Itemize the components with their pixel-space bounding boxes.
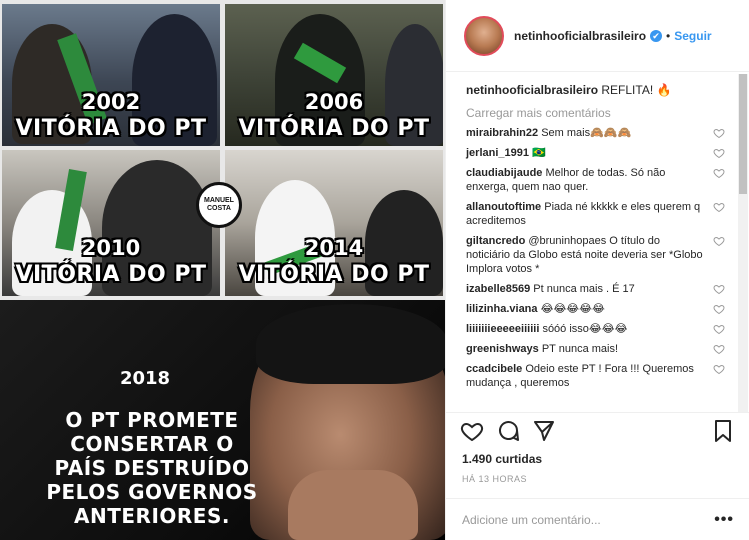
heart-icon[interactable] (460, 419, 484, 443)
comment-username[interactable]: greenishways (466, 343, 539, 355)
comments-list[interactable]: netinhooficialbrasileiro REFLITA! 🔥 Carr… (446, 72, 749, 412)
separator-dot: • (666, 28, 671, 43)
comment-username[interactable]: miraibrahin22 (466, 127, 538, 139)
comment-like-icon[interactable] (713, 147, 725, 159)
comment-like-icon[interactable] (713, 363, 725, 375)
comment-username[interactable]: giltancredo (466, 235, 525, 247)
add-comment-bar: ••• (446, 498, 749, 540)
panel-2010: 2010 VITÓRIA DO PT (2, 150, 220, 296)
panel-year: 2010 (81, 236, 141, 260)
comment-text: PT nunca mais! (541, 343, 619, 355)
comment-row: jerlani_1991 🇧🇷 (466, 146, 749, 160)
more-options-icon[interactable]: ••• (714, 511, 734, 529)
comment-like-icon[interactable] (713, 283, 725, 295)
caption-text: REFLITA! 🔥 (601, 83, 672, 97)
comment-like-icon[interactable] (713, 167, 725, 179)
comment-username[interactable]: izabelle8569 (466, 283, 530, 295)
comment-text: Sem mais🙈🙈🙈 (541, 127, 632, 139)
comment-like-icon[interactable] (713, 127, 725, 139)
panel-year: 2014 (304, 236, 364, 260)
panel-2006: 2006 VITÓRIA DO PT (225, 4, 443, 146)
post-sidebar: netinhooficialbrasileiro ✔ • Seguir neti… (445, 0, 749, 540)
comment-username[interactable]: lilizinha.viana (466, 303, 538, 315)
share-icon[interactable] (532, 419, 556, 443)
action-bar (446, 412, 749, 448)
comment-row: greenishways PT nunca mais! (466, 342, 749, 356)
comment-input[interactable] (462, 512, 715, 527)
panel-year: 2006 (304, 90, 364, 114)
comment-like-icon[interactable] (713, 235, 725, 247)
comment-username[interactable]: allanoutoftime (466, 201, 541, 213)
panel-2002: 2002 VITÓRIA DO PT (2, 4, 220, 146)
comment-icon[interactable] (496, 419, 520, 443)
bookmark-icon[interactable] (711, 419, 735, 443)
comment-text: sóóó isso😂😂😂 (542, 323, 628, 335)
comment-text: Pt nunca mais . É 17 (533, 283, 635, 295)
panel-label: VITÓRIA DO PT (15, 116, 207, 141)
portrait-hand (288, 470, 418, 540)
comment-row: allanoutoftime Piada né kkkkk e eles que… (466, 200, 749, 228)
instagram-post: 2002 VITÓRIA DO PT 2006 VITÓRIA DO PT 20… (0, 0, 749, 540)
meme-message: O PT PROMETE CONSERTAR O PAÍS DESTRUÍDO … (46, 408, 258, 528)
meme-year: 2018 (119, 368, 171, 389)
watermark-stamp: MANUEL COSTA (196, 182, 242, 228)
post-image[interactable]: 2002 VITÓRIA DO PT 2006 VITÓRIA DO PT 20… (0, 0, 445, 540)
post-header: netinhooficialbrasileiro ✔ • Seguir (446, 0, 749, 72)
comment-like-icon[interactable] (713, 201, 725, 213)
comment-username[interactable]: ccadcibele (466, 363, 522, 375)
panel-year: 2002 (81, 90, 141, 114)
comment-row: izabelle8569 Pt nunca mais . É 17 (466, 282, 749, 296)
scrollbar-thumb[interactable] (739, 74, 747, 194)
load-more-comments[interactable]: Carregar mais comentários (466, 106, 749, 120)
comment-row: ccadcibele Odeio este PT ! Fora !!! Quer… (466, 362, 749, 390)
panel-label: VITÓRIA DO PT (15, 262, 207, 287)
post-timestamp[interactable]: HÁ 13 HORAS (446, 466, 749, 484)
comment-username[interactable]: jerlani_1991 (466, 147, 529, 159)
comment-text: 🇧🇷 (532, 147, 546, 159)
comment-row: giltancredo @bruninhopaes O título do no… (466, 234, 749, 276)
caption-username[interactable]: netinhooficialbrasileiro (466, 83, 598, 97)
comment-row: lilizinha.viana 😂😂😂😂😂 (466, 302, 749, 316)
panel-2014: 2014 VITÓRIA DO PT (225, 150, 443, 296)
comment-like-icon[interactable] (713, 303, 725, 315)
meme-grid: 2002 VITÓRIA DO PT 2006 VITÓRIA DO PT 20… (0, 0, 445, 300)
header-username[interactable]: netinhooficialbrasileiro (514, 29, 646, 43)
comment-username[interactable]: liiiiiiieeeeeiiiiii (466, 323, 539, 335)
like-count[interactable]: 1.490 curtidas (446, 448, 749, 466)
follow-button[interactable]: Seguir (674, 29, 711, 43)
caption: netinhooficialbrasileiro REFLITA! 🔥 (466, 82, 749, 98)
comment-row: liiiiiiieeeeeiiiiii sóóó isso😂😂😂 (466, 322, 749, 336)
comment-text: 😂😂😂😂😂 (540, 303, 605, 315)
comment-row: claudiabijaude Melhor de todas. Só não e… (466, 166, 749, 194)
panel-label: VITÓRIA DO PT (238, 262, 430, 287)
comments-scrollbar[interactable] (738, 74, 748, 412)
comment-like-icon[interactable] (713, 343, 725, 355)
panel-label: VITÓRIA DO PT (238, 116, 430, 141)
verified-icon: ✔ (650, 29, 663, 42)
comment-like-icon[interactable] (713, 323, 725, 335)
comment-row: miraibrahin22 Sem mais🙈🙈🙈 (466, 126, 749, 140)
avatar[interactable] (464, 15, 504, 56)
comment-username[interactable]: claudiabijaude (466, 167, 542, 179)
